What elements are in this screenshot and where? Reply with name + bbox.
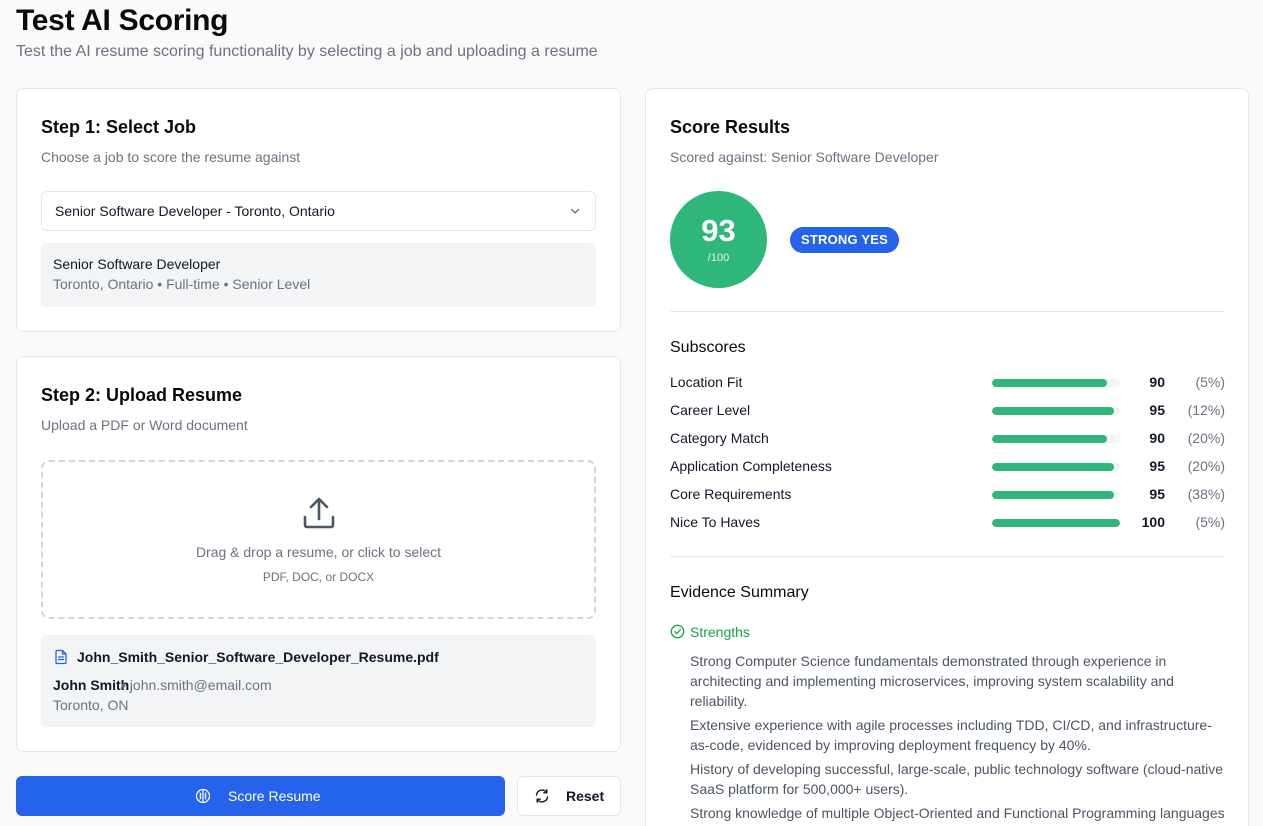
- select-job-card: Step 1: Select Job Choose a job to score…: [16, 88, 621, 332]
- divider: [670, 311, 1225, 312]
- subscore-value: 95: [1149, 402, 1165, 418]
- uploaded-file-info: John_Smith_Senior_Software_Developer_Res…: [41, 635, 596, 727]
- strength-item: Extensive experience with agile processe…: [690, 717, 1212, 753]
- check-circle-icon: [670, 624, 685, 639]
- strength-item: Strong knowledge of multiple Object-Orie…: [690, 805, 1225, 826]
- upload-icon: [303, 497, 335, 529]
- brain-icon: [195, 788, 211, 804]
- subscore-fill: [992, 519, 1120, 527]
- subscore-label: Career Level: [670, 402, 751, 418]
- divider: [670, 556, 1225, 557]
- subscore-weight: (20%): [1187, 430, 1225, 446]
- subscore-bar: [992, 379, 1120, 387]
- step1-title: Step 1: Select Job: [41, 117, 197, 137]
- subscore-label: Core Requirements: [670, 486, 792, 502]
- page-title: Test AI Scoring: [16, 4, 229, 37]
- subscore-value: 95: [1149, 486, 1165, 502]
- refresh-icon: [535, 789, 549, 803]
- subscore-label: Category Match: [670, 430, 769, 446]
- selected-job-info: Senior Software Developer Toronto, Ontar…: [41, 243, 596, 307]
- subscore-fill: [992, 463, 1114, 471]
- subscore-fill: [992, 435, 1108, 443]
- subscore-bar: [992, 519, 1120, 527]
- subscore-value: 95: [1149, 458, 1165, 474]
- resume-dropzone[interactable]: Drag & drop a resume, or click to select…: [41, 460, 596, 619]
- job-select[interactable]: Senior Software Developer - Toronto, Ont…: [41, 191, 596, 231]
- subscore-bar: [992, 407, 1120, 415]
- score-results-card: Score Results Scored against: Senior Sof…: [645, 88, 1249, 826]
- subscore-fill: [992, 379, 1108, 387]
- subscore-bar: [992, 491, 1120, 499]
- job-select-value: Senior Software Developer - Toronto, Ont…: [55, 203, 335, 219]
- subscore-weight: (5%): [1195, 514, 1225, 530]
- subscore-value: 90: [1149, 430, 1165, 446]
- dropzone-text: Drag & drop a resume, or click to select: [195, 544, 442, 560]
- candidate-name: John Smith: [53, 677, 130, 693]
- chevron-down-icon: [570, 208, 580, 214]
- score-max: /100: [707, 252, 730, 264]
- strengths-list: Strong Computer Science fundamentals dem…: [690, 651, 1225, 826]
- recommendation-badge: STRONG YES: [790, 227, 900, 253]
- strengths-label: Strengths: [690, 624, 750, 640]
- subscore-value: 90: [1149, 374, 1165, 390]
- scored-against: Scored against: Senior Software Develope…: [670, 149, 939, 165]
- subscores-title: Subscores: [670, 339, 746, 356]
- overall-score-circle: 93 /100: [670, 191, 767, 288]
- results-title: Score Results: [670, 117, 791, 137]
- upload-resume-card: Step 2: Upload Resume Upload a PDF or Wo…: [16, 356, 621, 752]
- evidence-summary-title: Evidence Summary: [670, 584, 809, 601]
- step1-description: Choose a job to score the resume against: [41, 149, 301, 165]
- subscore-weight: (12%): [1187, 402, 1225, 418]
- job-info-meta: Toronto, Ontario • Full-time • Senior Le…: [53, 276, 311, 292]
- score-resume-label: Score Resume: [228, 788, 321, 804]
- score-resume-button[interactable]: Score Resume: [16, 776, 505, 816]
- subscore-row: Career Level 95 (12%): [670, 401, 1225, 421]
- subscore-label: Location Fit: [670, 374, 743, 390]
- page-subtitle: Test the AI resume scoring functionality…: [16, 43, 598, 60]
- overall-score: 93: [701, 213, 736, 248]
- subscore-row: Category Match 90 (20%): [670, 429, 1225, 449]
- subscore-row: Application Completeness 95 (20%): [670, 457, 1225, 477]
- reset-label: Reset: [566, 788, 605, 804]
- subscore-row: Nice To Haves 100 (5%): [670, 513, 1225, 533]
- subscore-label: Nice To Haves: [670, 514, 761, 530]
- strength-item: History of developing successful, large-…: [690, 761, 1224, 797]
- subscore-weight: (5%): [1195, 374, 1225, 390]
- file-text-icon: [55, 649, 67, 665]
- strength-item: Strong Computer Science fundamentals dem…: [690, 653, 1174, 709]
- dropzone-hint: PDF, DOC, or DOCX: [262, 570, 375, 584]
- subscore-value: 100: [1141, 514, 1165, 530]
- subscore-fill: [992, 491, 1114, 499]
- subscore-bar: [992, 435, 1120, 443]
- subscore-row: Location Fit 90 (5%): [670, 373, 1225, 393]
- subscore-weight: (20%): [1187, 458, 1225, 474]
- step2-description: Upload a PDF or Word document: [41, 417, 248, 433]
- subscore-label: Application Completeness: [670, 458, 832, 474]
- subscore-bar: [992, 463, 1120, 471]
- subscore-row: Core Requirements 95 (38%): [670, 485, 1225, 505]
- job-info-title: Senior Software Developer: [53, 256, 221, 272]
- subscore-weight: (38%): [1187, 486, 1225, 502]
- file-name: John_Smith_Senior_Software_Developer_Res…: [77, 649, 439, 665]
- reset-button[interactable]: Reset: [517, 776, 621, 816]
- candidate-email: • john.smith@email.com: [121, 677, 272, 693]
- step2-title: Step 2: Upload Resume: [41, 385, 243, 405]
- subscore-fill: [992, 407, 1114, 415]
- candidate-location: Toronto, ON: [53, 697, 129, 713]
